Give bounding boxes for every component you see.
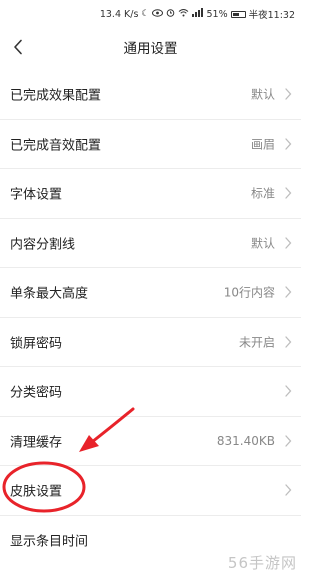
chevron-right-icon — [285, 88, 292, 100]
settings-row-label: 皮肤设置 — [10, 484, 63, 500]
settings-row-label: 单条最大高度 — [10, 286, 89, 302]
settings-row[interactable]: 分类密码 — [0, 367, 301, 417]
settings-row-value: 画眉 — [250, 137, 275, 152]
settings-row-label: 锁屏密码 — [10, 336, 63, 352]
settings-row-label: 清理缓存 — [10, 435, 63, 451]
battery-fill — [232, 12, 239, 16]
chevron-right-icon — [285, 336, 292, 348]
page-title: 通用设置 — [123, 41, 178, 57]
clock: 半夜11:32 — [248, 10, 295, 21]
settings-row-label: 显示条目时间 — [10, 534, 89, 550]
alarm-icon — [166, 8, 175, 20]
wifi-icon — [178, 8, 189, 20]
chevron-right-icon — [285, 435, 292, 447]
settings-row-label: 已完成效果配置 — [10, 88, 102, 104]
signal-icon — [192, 8, 204, 20]
chevron-right-icon — [285, 187, 292, 199]
battery-percent: 51% — [206, 8, 228, 20]
moon-icon: ☾ — [141, 9, 150, 19]
battery-icon — [230, 10, 246, 18]
watermark: 56手游网 — [227, 554, 297, 572]
chevron-right-icon — [285, 385, 292, 397]
settings-row-value: 默认 — [250, 87, 275, 102]
network-speed: 13.4 K/s — [99, 8, 139, 20]
status-bar: 13.4 K/s ☾ 51% 半夜11:32 — [0, 0, 301, 26]
status-bar-indicators: 13.4 K/s ☾ 51% 半夜11:32 — [100, 7, 295, 21]
settings-list: 已完成效果配置 默认 已完成音效配置 画眉 字体设置 标准 内容分割线 默认 单条最大高度 10行… — [0, 70, 301, 565]
eye-icon — [152, 8, 164, 20]
settings-row[interactable]: 已完成音效配置 画眉 — [0, 120, 301, 169]
settings-row[interactable]: 内容分割线 默认 — [0, 219, 301, 268]
settings-row-label: 内容分割线 — [10, 237, 76, 253]
settings-row-label: 字体设置 — [10, 187, 63, 203]
settings-row[interactable]: 已完成效果配置 默认 — [0, 70, 301, 120]
settings-row[interactable]: 单条最大高度 10行内容 — [0, 268, 301, 318]
settings-row-value: 默认 — [250, 236, 275, 251]
chevron-right-icon — [285, 286, 292, 298]
settings-row[interactable]: 皮肤设置 — [0, 466, 301, 516]
chevron-right-icon — [285, 138, 292, 150]
settings-row-label: 分类密码 — [10, 385, 63, 401]
chevron-right-icon — [285, 237, 292, 249]
settings-row-value: 10行内容 — [223, 285, 275, 300]
settings-row-value: 标准 — [250, 186, 275, 201]
navigation-bar: 通用设置 — [0, 26, 301, 68]
settings-row-value: 未开启 — [238, 335, 275, 350]
settings-row-label: 已完成音效配置 — [10, 138, 102, 154]
settings-row-value: 831.40KB — [216, 433, 275, 448]
settings-row[interactable]: 锁屏密码 未开启 — [0, 318, 301, 367]
chevron-right-icon — [285, 484, 292, 496]
settings-row[interactable]: 字体设置 标准 — [0, 169, 301, 219]
settings-row[interactable]: 清理缓存 831.40KB — [0, 417, 301, 466]
